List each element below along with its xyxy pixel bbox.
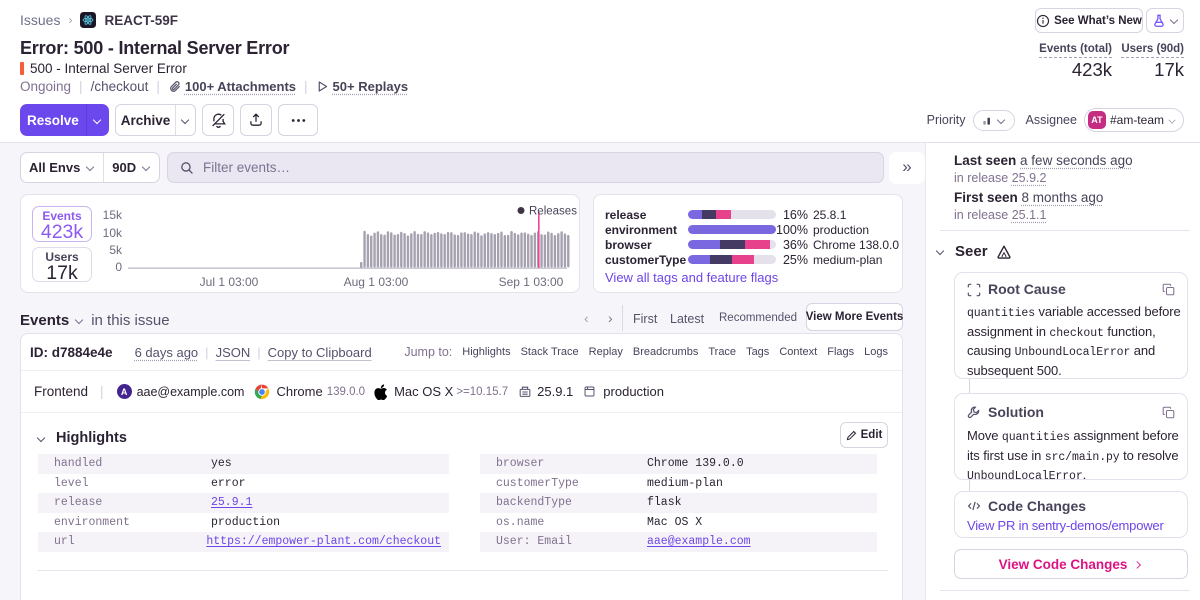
svg-text:0: 0 [115,260,122,274]
svg-text:Releases: Releases [529,206,577,218]
svg-text:10k: 10k [103,226,123,240]
svg-text:Sep 1 03:00: Sep 1 03:00 [499,275,564,289]
svg-text:Aug 1 03:00: Aug 1 03:00 [344,275,409,289]
svg-text:5k: 5k [109,243,123,257]
svg-text:15k: 15k [103,208,123,222]
svg-text:Jul 1 03:00: Jul 1 03:00 [200,275,259,289]
